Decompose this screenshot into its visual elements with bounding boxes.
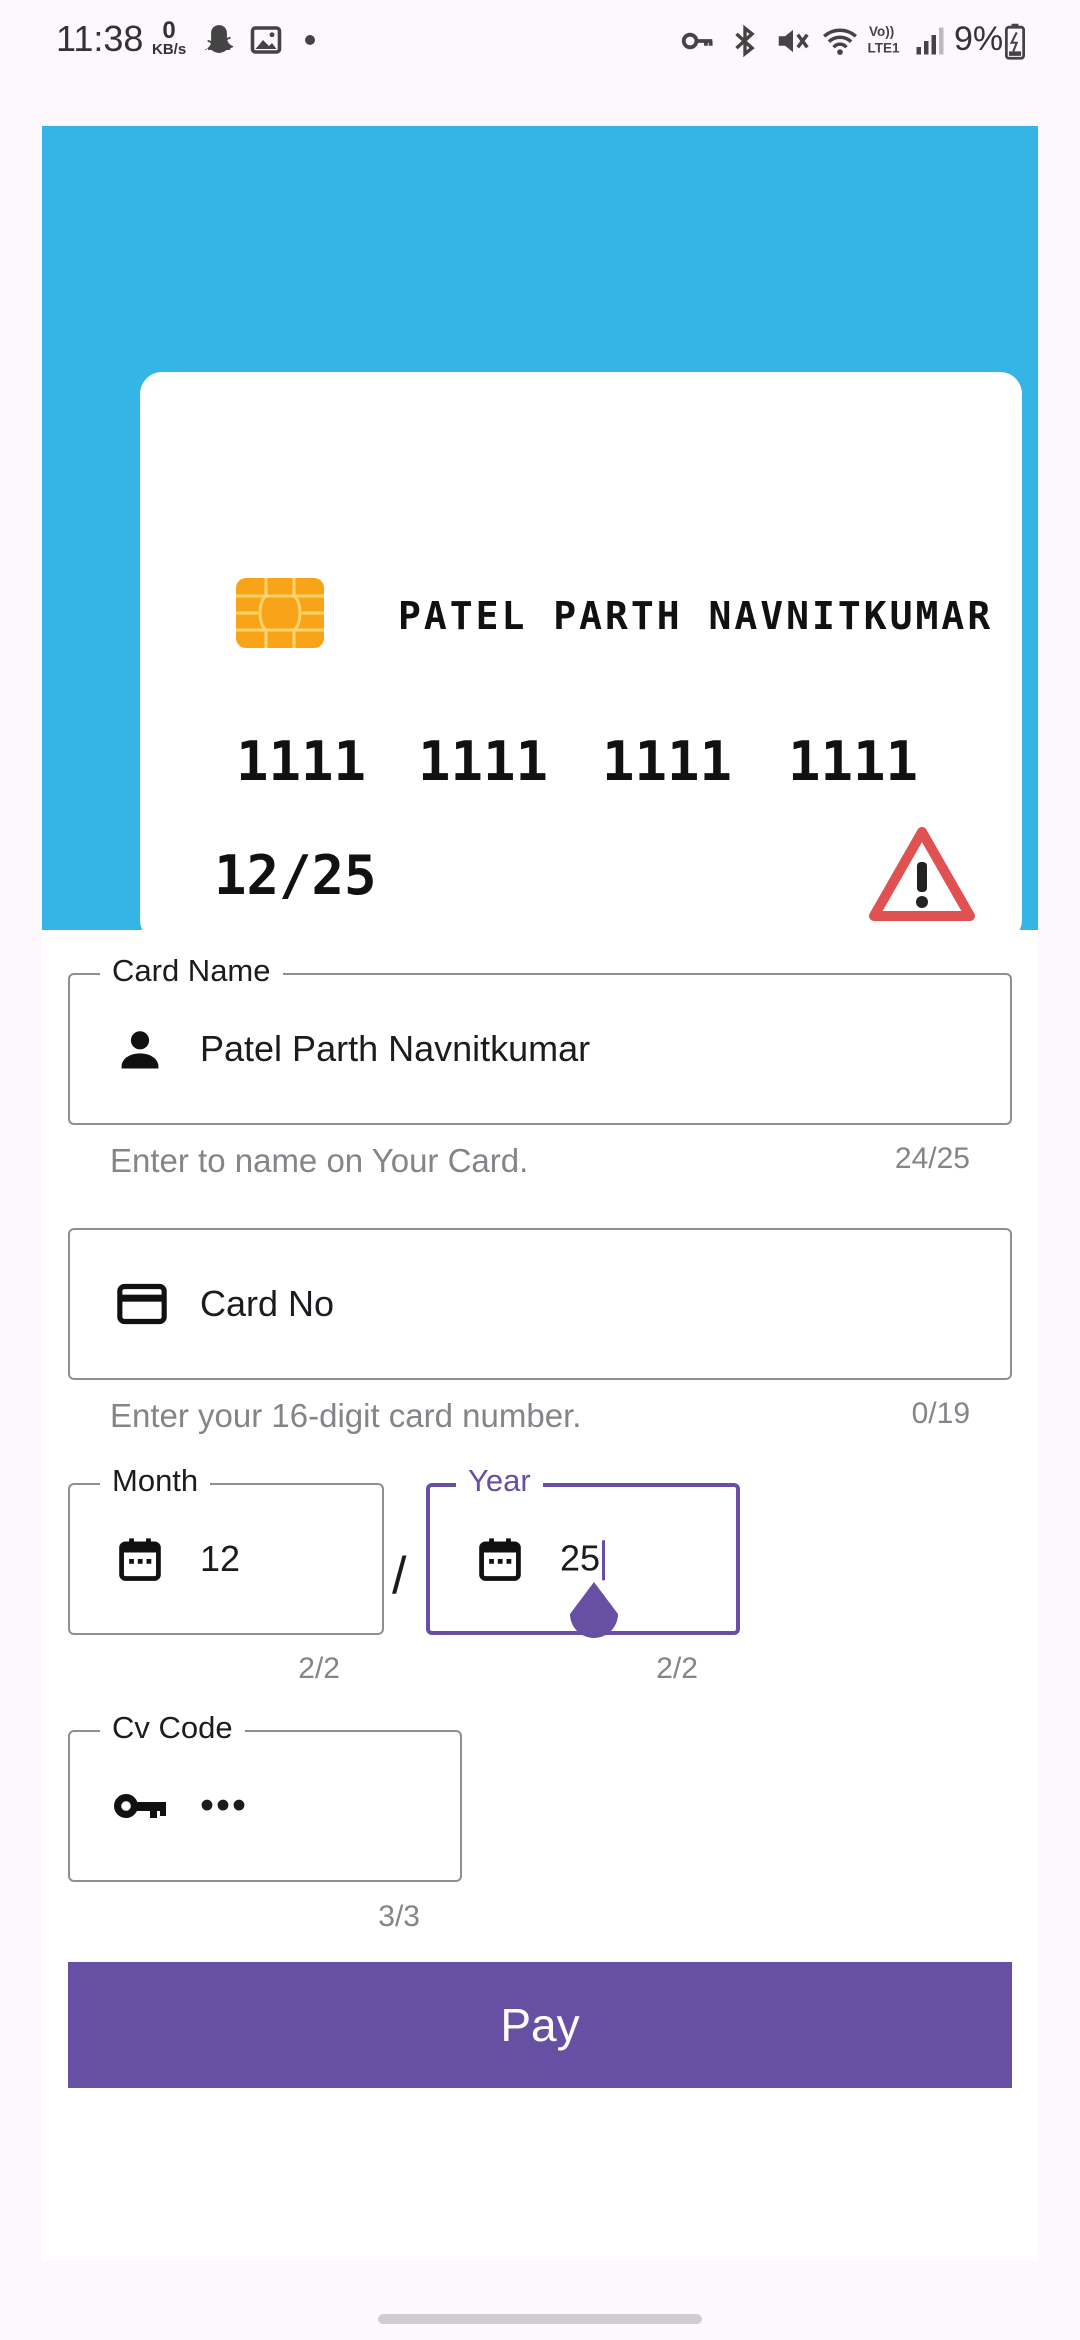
card-expiry: 12/25 (214, 844, 377, 907)
credit-card-icon (117, 1283, 167, 1325)
volte-icon: Vo)) LTE1 (868, 24, 900, 56)
year-label: Year (456, 1463, 543, 1499)
chip-icon (236, 578, 324, 648)
battery-percent: 9% (954, 20, 1004, 58)
wifi-icon (823, 28, 857, 55)
network-speed: 0 KB/s (152, 17, 187, 58)
card-number-group-1: 1111 (236, 730, 367, 793)
signal-icon (916, 27, 944, 55)
card-number-group-4: 1111 (788, 730, 919, 793)
network-speed-unit: KB/s (152, 41, 187, 58)
cv-code-label: Cv Code (100, 1710, 245, 1746)
month-counter: 2/2 (298, 1652, 340, 1685)
battery-icon (1004, 23, 1026, 60)
card-number-input[interactable]: Card No (200, 1283, 334, 1325)
card-name-helper: Enter to name on Your Card. (110, 1142, 529, 1179)
month-input[interactable]: 12 (200, 1538, 240, 1580)
status-bar: 11:38 0 KB/s Vo)) LTE1 9% (0, 0, 1080, 84)
vpn-key-icon (681, 32, 713, 50)
person-icon (121, 1031, 159, 1069)
card-number-counter: 0/19 (911, 1397, 970, 1430)
card-name-label: Card Name (100, 953, 283, 989)
home-indicator[interactable] (378, 2314, 702, 2324)
card-name-field[interactable]: Card Name Patel Parth Navnitkumar (68, 953, 1012, 1125)
status-time: 11:38 (56, 18, 144, 59)
network-speed-value: 0 (162, 17, 176, 44)
year-input[interactable]: 25 (560, 1537, 606, 1581)
cv-code-field[interactable]: Cv Code ••• (68, 1710, 462, 1882)
calendar-icon (479, 1538, 521, 1581)
bluetooth-icon (735, 24, 755, 58)
month-label: Month (100, 1463, 211, 1499)
year-counter: 2/2 (656, 1652, 698, 1685)
key-icon (114, 1794, 166, 1818)
notification-dot-icon (305, 35, 315, 45)
warning-icon (869, 827, 975, 921)
svg-text:Vo)): Vo)) (869, 24, 894, 39)
card-number-helper: Enter your 16-digit card number. (110, 1397, 582, 1434)
card-number-group-2: 1111 (418, 730, 549, 793)
expiry-separator: / (392, 1547, 407, 1605)
snapchat-icon (204, 25, 234, 53)
card-name-input[interactable]: Patel Parth Navnitkumar (200, 1028, 590, 1070)
year-input-value: 25 (560, 1537, 601, 1579)
card-number-group-3: 1111 (602, 730, 733, 793)
text-selection-handle[interactable] (566, 1580, 622, 1644)
month-field[interactable]: Month 12 (68, 1463, 384, 1635)
card-holder-name: PATEL PARTH NAVNITKUMAR (398, 594, 994, 638)
card-preview: PATEL PARTH NAVNITKUMAR 1111 1111 1111 1… (140, 372, 1022, 942)
pay-button[interactable]: Pay (68, 1962, 1012, 2088)
card-name-counter: 24/25 (894, 1142, 970, 1175)
image-icon (250, 26, 282, 54)
mute-icon (778, 29, 809, 53)
cv-code-input[interactable]: ••• (200, 1784, 248, 1829)
svg-text:LTE1: LTE1 (868, 41, 900, 56)
cv-code-counter: 3/3 (378, 1900, 420, 1933)
card-preview-area: PATEL PARTH NAVNITKUMAR 1111 1111 1111 1… (42, 126, 1038, 942)
calendar-icon (119, 1538, 161, 1581)
text-cursor (602, 1540, 606, 1581)
card-number-field[interactable]: Card No (68, 1228, 1012, 1380)
